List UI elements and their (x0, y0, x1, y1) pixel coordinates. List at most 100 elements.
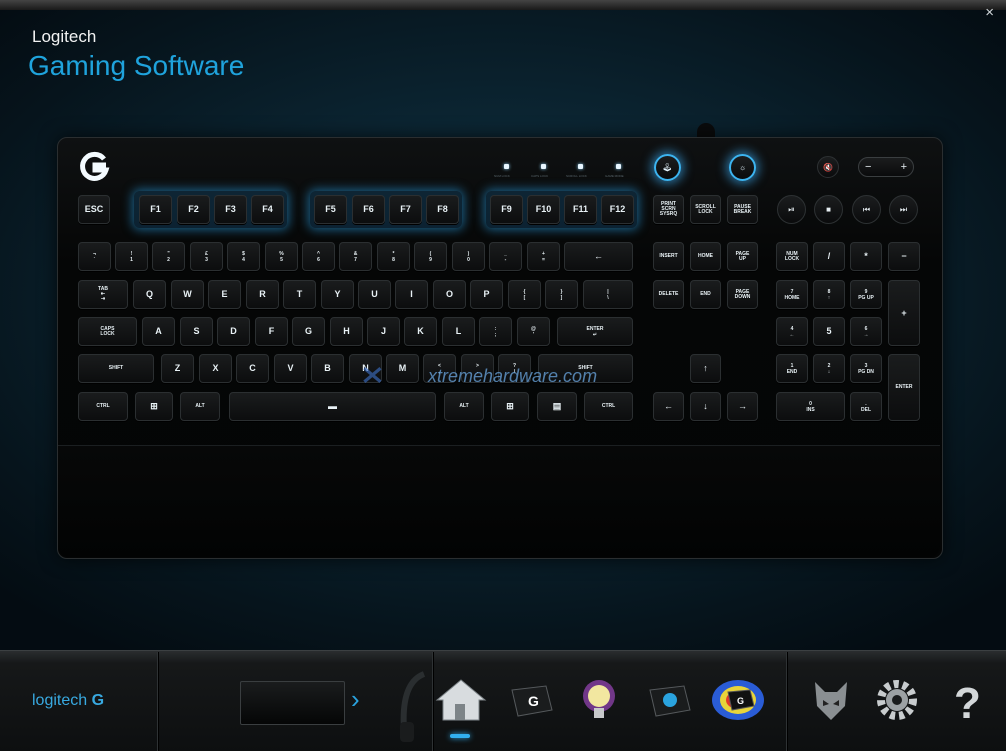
key-b[interactable]: B (311, 354, 344, 383)
device-thumbnail[interactable] (240, 681, 345, 725)
key-c[interactable]: C (236, 354, 269, 383)
key-delete[interactable]: DELETE (653, 280, 684, 309)
key-g[interactable]: G (292, 317, 325, 346)
key-a[interactable]: A (142, 317, 175, 346)
key-minus[interactable]: _ - (489, 242, 522, 271)
key-f1[interactable]: F1 (139, 195, 172, 224)
volume-down-button[interactable]: − (865, 161, 871, 173)
key-f7[interactable]: F7 (389, 195, 422, 224)
key-num-7[interactable]: 7 HOME (776, 280, 808, 309)
key-3[interactable]: £ 3 (190, 242, 223, 271)
key-left-alt[interactable]: ALT (180, 392, 220, 421)
key-p[interactable]: P (470, 280, 503, 309)
g-keys-icon[interactable]: G (502, 676, 558, 724)
key-left-ctrl[interactable]: CTRL (78, 392, 128, 421)
key-y[interactable]: Y (321, 280, 354, 309)
key-num-lock[interactable]: NUM LOCK (776, 242, 808, 271)
volume-up-button[interactable]: + (901, 161, 907, 173)
key-arrow-right[interactable]: → (727, 392, 758, 421)
key-insert[interactable]: INSERT (653, 242, 684, 271)
key-k[interactable]: K (404, 317, 437, 346)
key-num-2[interactable]: 2 ↓ (813, 354, 845, 383)
next-device-arrow[interactable]: › (351, 684, 360, 715)
key-arrow-left[interactable]: ← (653, 392, 684, 421)
key-u[interactable]: U (358, 280, 391, 309)
home-icon[interactable] (433, 676, 489, 724)
key-page-up[interactable]: PAGE UP (727, 242, 758, 271)
game-mode-button[interactable]: 🕹 (654, 154, 681, 181)
mute-button[interactable]: 🔇 (817, 156, 839, 178)
next-track-button[interactable]: ⏭ (889, 195, 918, 224)
key-o[interactable]: O (433, 280, 466, 309)
key-5[interactable]: % 5 (265, 242, 298, 271)
key-right-windows[interactable]: ⊞ (491, 392, 529, 421)
key-f11[interactable]: F11 (564, 195, 597, 224)
key-f10[interactable]: F10 (527, 195, 560, 224)
key-1[interactable]: ! 1 (115, 242, 148, 271)
key-backslash[interactable]: | \ (583, 280, 633, 309)
function-keys-icon[interactable] (640, 676, 696, 724)
key-num-multiply[interactable]: * (850, 242, 882, 271)
help-icon[interactable]: ? (938, 676, 994, 724)
key-num-5[interactable]: 5 (813, 317, 845, 346)
key-num-enter[interactable]: ENTER (888, 354, 920, 421)
key-f4[interactable]: F4 (251, 195, 284, 224)
key-4[interactable]: $ 4 (227, 242, 260, 271)
key-esc[interactable]: ESC (78, 195, 110, 224)
key-left-shift[interactable]: SHIFT (78, 354, 154, 383)
key-page-down[interactable]: PAGE DOWN (727, 280, 758, 309)
key-f8[interactable]: F8 (426, 195, 459, 224)
key-h[interactable]: H (330, 317, 363, 346)
key-e[interactable]: E (208, 280, 241, 309)
settings-gear-icon[interactable] (869, 676, 925, 724)
key-end[interactable]: END (690, 280, 721, 309)
key-backspace[interactable]: ← (564, 242, 633, 271)
key-8[interactable]: * 8 (377, 242, 410, 271)
key-j[interactable]: J (367, 317, 400, 346)
key-f9[interactable]: F9 (490, 195, 523, 224)
key-pause[interactable]: PAUSE BREAK (727, 195, 758, 224)
key-right-alt[interactable]: ALT (444, 392, 484, 421)
key-num-1[interactable]: 1 END (776, 354, 808, 383)
key-print-screen[interactable]: PRINT SCRN SYSRQ (653, 195, 684, 224)
lighting-bulb-icon[interactable] (571, 676, 627, 724)
key-r[interactable]: R (246, 280, 279, 309)
key-quote[interactable]: @ ' (517, 317, 550, 346)
key-q[interactable]: Q (133, 280, 166, 309)
key-2[interactable]: " 2 (152, 242, 185, 271)
key-6[interactable]: ^ 6 (302, 242, 335, 271)
key-s[interactable]: S (180, 317, 213, 346)
key-tab[interactable]: TAB ⇤ ⇥ (78, 280, 128, 309)
key-semicolon[interactable]: : ; (479, 317, 512, 346)
close-button[interactable]: × (985, 5, 994, 20)
key-grave[interactable]: ¬ ` (78, 242, 111, 271)
key-f5[interactable]: F5 (314, 195, 347, 224)
key-arrow-down[interactable]: ↓ (690, 392, 721, 421)
key-num-9[interactable]: 9 PG UP (850, 280, 882, 309)
key-f[interactable]: F (255, 317, 288, 346)
key-num-8[interactable]: 8 ↑ (813, 280, 845, 309)
volume-control[interactable]: − + (858, 157, 914, 177)
key-home[interactable]: HOME (690, 242, 721, 271)
previous-track-button[interactable]: ⏮ (852, 195, 881, 224)
key-t[interactable]: T (283, 280, 316, 309)
key-w[interactable]: W (171, 280, 204, 309)
backlight-button[interactable]: ☼ (729, 154, 756, 181)
heatmap-icon[interactable]: G (710, 676, 766, 724)
key-left-windows[interactable]: ⊞ (135, 392, 173, 421)
key-right-bracket[interactable]: } ] (545, 280, 578, 309)
stop-button[interactable]: ■ (814, 195, 843, 224)
key-f3[interactable]: F3 (214, 195, 247, 224)
key-right-ctrl[interactable]: CTRL (584, 392, 633, 421)
key-left-bracket[interactable]: { [ (508, 280, 541, 309)
key-l[interactable]: L (442, 317, 475, 346)
key-num-4[interactable]: 4 ← (776, 317, 808, 346)
key-d[interactable]: D (217, 317, 250, 346)
key-arrow-up[interactable]: ↑ (690, 354, 721, 383)
key-num-add[interactable]: + (888, 280, 920, 346)
key-9[interactable]: ( 9 (414, 242, 447, 271)
key-num-subtract[interactable]: − (888, 242, 920, 271)
key-scroll-lock[interactable]: SCROLL LOCK (690, 195, 721, 224)
key-z[interactable]: Z (161, 354, 194, 383)
key-num-3[interactable]: 3 PG DN (850, 354, 882, 383)
